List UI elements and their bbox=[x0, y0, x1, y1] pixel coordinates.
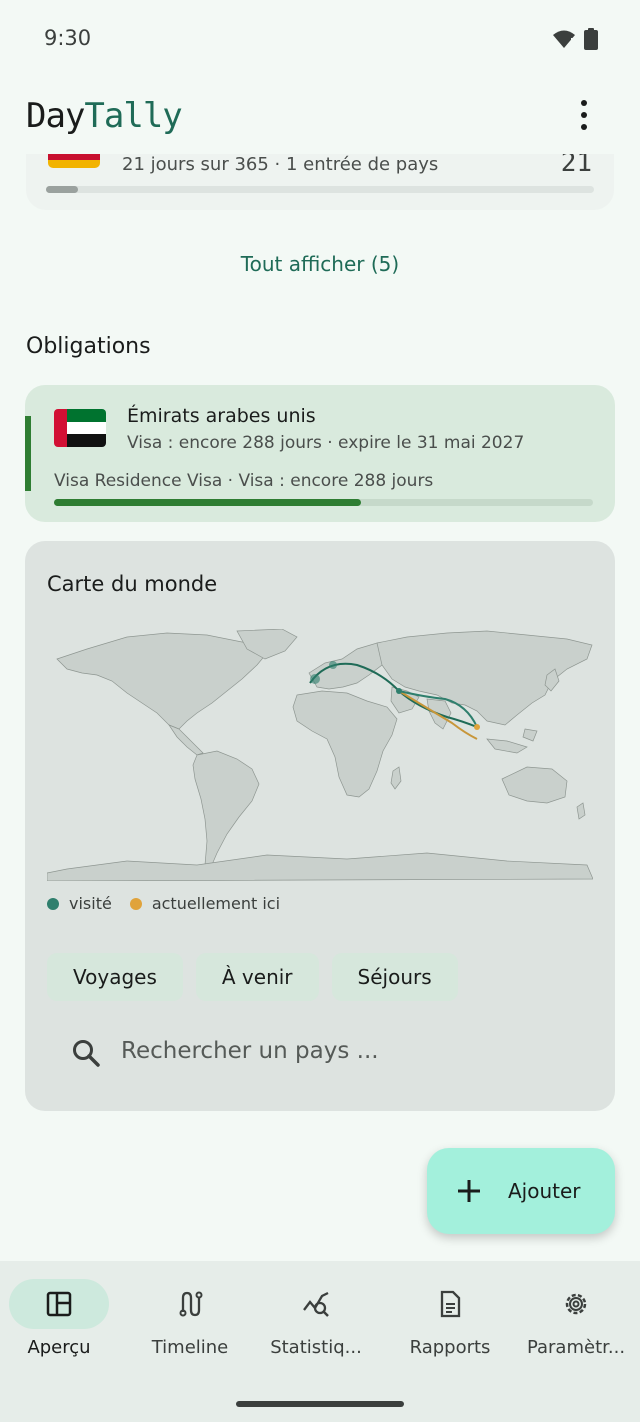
status-icons bbox=[552, 28, 598, 50]
nav-item-overview[interactable]: Aperçu bbox=[0, 1279, 123, 1379]
nav-label-reports: Rapports bbox=[409, 1337, 491, 1358]
settings-icon bbox=[565, 1293, 587, 1315]
nav-item-timeline[interactable]: Timeline bbox=[126, 1279, 254, 1379]
document-icon bbox=[440, 1290, 461, 1318]
uae-flag-icon bbox=[54, 409, 106, 447]
stay-count: 21 bbox=[560, 154, 592, 178]
obligation-country: Émirats arabes unis bbox=[127, 405, 316, 427]
chip-trips[interactable]: Voyages bbox=[47, 953, 183, 1001]
status-bar: 9:30 bbox=[0, 0, 640, 78]
app-logo: DayTally bbox=[26, 96, 183, 136]
query-stats-icon bbox=[303, 1291, 329, 1317]
nav-label-statistics: Statistiq... bbox=[270, 1337, 362, 1358]
wifi-icon bbox=[553, 30, 575, 48]
search-icon bbox=[73, 1040, 100, 1067]
add-button-label: Ajouter bbox=[508, 1179, 581, 1203]
world-map[interactable] bbox=[47, 629, 593, 881]
bottom-navigation: Aperçu Timeline Statistiq... Rapports Pa… bbox=[0, 1261, 640, 1422]
visa-progress-fill bbox=[54, 499, 362, 506]
obligation-visa-line: Visa Residence Visa · Visa : encore 288 … bbox=[54, 471, 434, 491]
legend-label-current: actuellement ici bbox=[151, 894, 281, 913]
battery-icon bbox=[584, 28, 598, 50]
legend-item-visited: visité bbox=[47, 894, 112, 913]
dashboard-icon bbox=[46, 1291, 72, 1317]
nav-label-settings: Paramètr... bbox=[526, 1337, 626, 1358]
world-map-card: Carte du monde visité actuellement ici V… bbox=[25, 541, 615, 1111]
country-search-field[interactable]: Rechercher un pays ... bbox=[47, 1025, 593, 1081]
nav-label-timeline: Timeline bbox=[151, 1337, 229, 1358]
map-legend: visité actuellement ici bbox=[47, 894, 298, 913]
legend-dot-visited bbox=[47, 897, 59, 910]
country-flag-icon bbox=[48, 154, 100, 168]
plus-icon bbox=[458, 1180, 480, 1202]
world-map-title: Carte du monde bbox=[47, 572, 218, 596]
obligation-card[interactable]: Émirats arabes unis Visa : encore 288 jo… bbox=[25, 385, 615, 522]
stay-progress-fill bbox=[46, 186, 78, 193]
stay-progress-bar bbox=[46, 186, 594, 193]
app-bar: DayTally bbox=[0, 78, 640, 154]
chip-stays[interactable]: Séjours bbox=[331, 953, 458, 1001]
country-stay-card[interactable]: 21 jours sur 365 · 1 entrée de pays 21 bbox=[26, 154, 614, 210]
add-button[interactable]: Ajouter bbox=[427, 1148, 615, 1234]
current-location-marker bbox=[474, 724, 480, 730]
home-indicator[interactable] bbox=[236, 1401, 404, 1407]
obligation-accent-bar bbox=[25, 416, 31, 491]
nav-item-settings[interactable]: Paramètr... bbox=[512, 1279, 640, 1379]
stay-info: 21 jours sur 365 · 1 entrée de pays bbox=[122, 154, 439, 175]
search-placeholder: Rechercher un pays ... bbox=[121, 1038, 379, 1064]
legend-label-visited: visité bbox=[69, 894, 112, 913]
show-all-button[interactable]: Tout afficher (5) bbox=[0, 252, 640, 276]
visa-progress-bar bbox=[54, 499, 593, 506]
app-title-day: Day bbox=[26, 96, 85, 136]
legend-item-current: actuellement ici bbox=[129, 894, 281, 913]
obligations-title: Obligations bbox=[26, 334, 151, 359]
legend-dot-current bbox=[129, 897, 142, 910]
more-vert-icon[interactable] bbox=[572, 100, 596, 130]
obligation-detail: Visa : encore 288 jours · expire le 31 m… bbox=[127, 433, 525, 453]
map-filter-chips: Voyages À venir Séjours bbox=[47, 953, 458, 1001]
status-time: 9:30 bbox=[44, 26, 92, 50]
nav-item-statistics[interactable]: Statistiq... bbox=[252, 1279, 380, 1379]
route-icon bbox=[179, 1291, 203, 1317]
nav-item-reports[interactable]: Rapports bbox=[386, 1279, 514, 1379]
app-title-tally: Tally bbox=[84, 96, 182, 136]
nav-label-overview: Aperçu bbox=[27, 1337, 91, 1358]
chip-upcoming[interactable]: À venir bbox=[195, 953, 319, 1001]
